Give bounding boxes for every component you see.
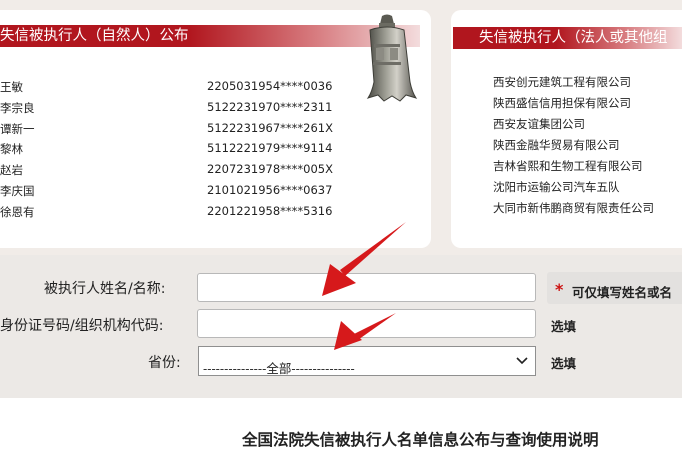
name-label: 被执行人姓名/名称: (44, 281, 166, 297)
person-name: 徐恩有 (0, 205, 35, 219)
person-id: 2101021956****0637 (207, 183, 333, 197)
person-id: 2205031954****0036 (207, 79, 333, 93)
person-name: 李宗良 (0, 101, 35, 115)
hint-text: 可仅填写姓名或名 (572, 285, 673, 300)
optional-label-province: 选填 (551, 356, 577, 371)
id-label: 身份证号码/组织机构代码: (0, 318, 164, 334)
list-item[interactable]: 陕西盛信信用担保有限公司 (493, 95, 631, 111)
person-name: 赵岩 (0, 163, 23, 177)
id-input[interactable] (197, 309, 536, 338)
usage-instructions-link[interactable]: 全国法院失信被执行人名单信息公布与查询使用说明 (242, 428, 599, 450)
person-name: 李庆国 (0, 184, 35, 198)
required-star-icon: * (555, 280, 564, 299)
bell-icon (366, 14, 418, 102)
person-id: 2207231978****005X (207, 162, 333, 176)
person-name: 王敏 (0, 80, 23, 94)
legal-entity-panel-title: 失信被执行人（法人或其他组 (453, 27, 682, 49)
chevron-down-icon (516, 357, 528, 365)
province-select[interactable]: ---------------全部--------------- (198, 346, 536, 376)
list-item[interactable]: 西安友谊集团公司 (493, 116, 585, 132)
person-id: 2201221958****5316 (207, 204, 333, 218)
list-item[interactable]: 沈阳市运输公司汽车五队 (493, 179, 620, 195)
list-item[interactable]: 吉林省熙和生物工程有限公司 (493, 158, 643, 174)
province-label: 省份: (148, 355, 181, 371)
list-item[interactable]: 陕西金融华贸易有限公司 (493, 137, 620, 153)
name-input[interactable] (197, 273, 536, 302)
person-id: 5112221979****9114 (207, 141, 333, 155)
optional-label-id: 选填 (551, 319, 577, 334)
province-selected-value: ---------------全部--------------- (203, 361, 355, 376)
person-name: 谭新一 (0, 122, 35, 136)
person-id: 5122231967****261X (207, 121, 333, 135)
person-id: 5122231970****2311 (207, 100, 333, 114)
list-item[interactable]: 西安创元建筑工程有限公司 (493, 74, 631, 90)
person-name: 黎林 (0, 142, 23, 156)
list-item[interactable]: 大同市新伟鹏商贸有限责任公司 (493, 200, 654, 216)
